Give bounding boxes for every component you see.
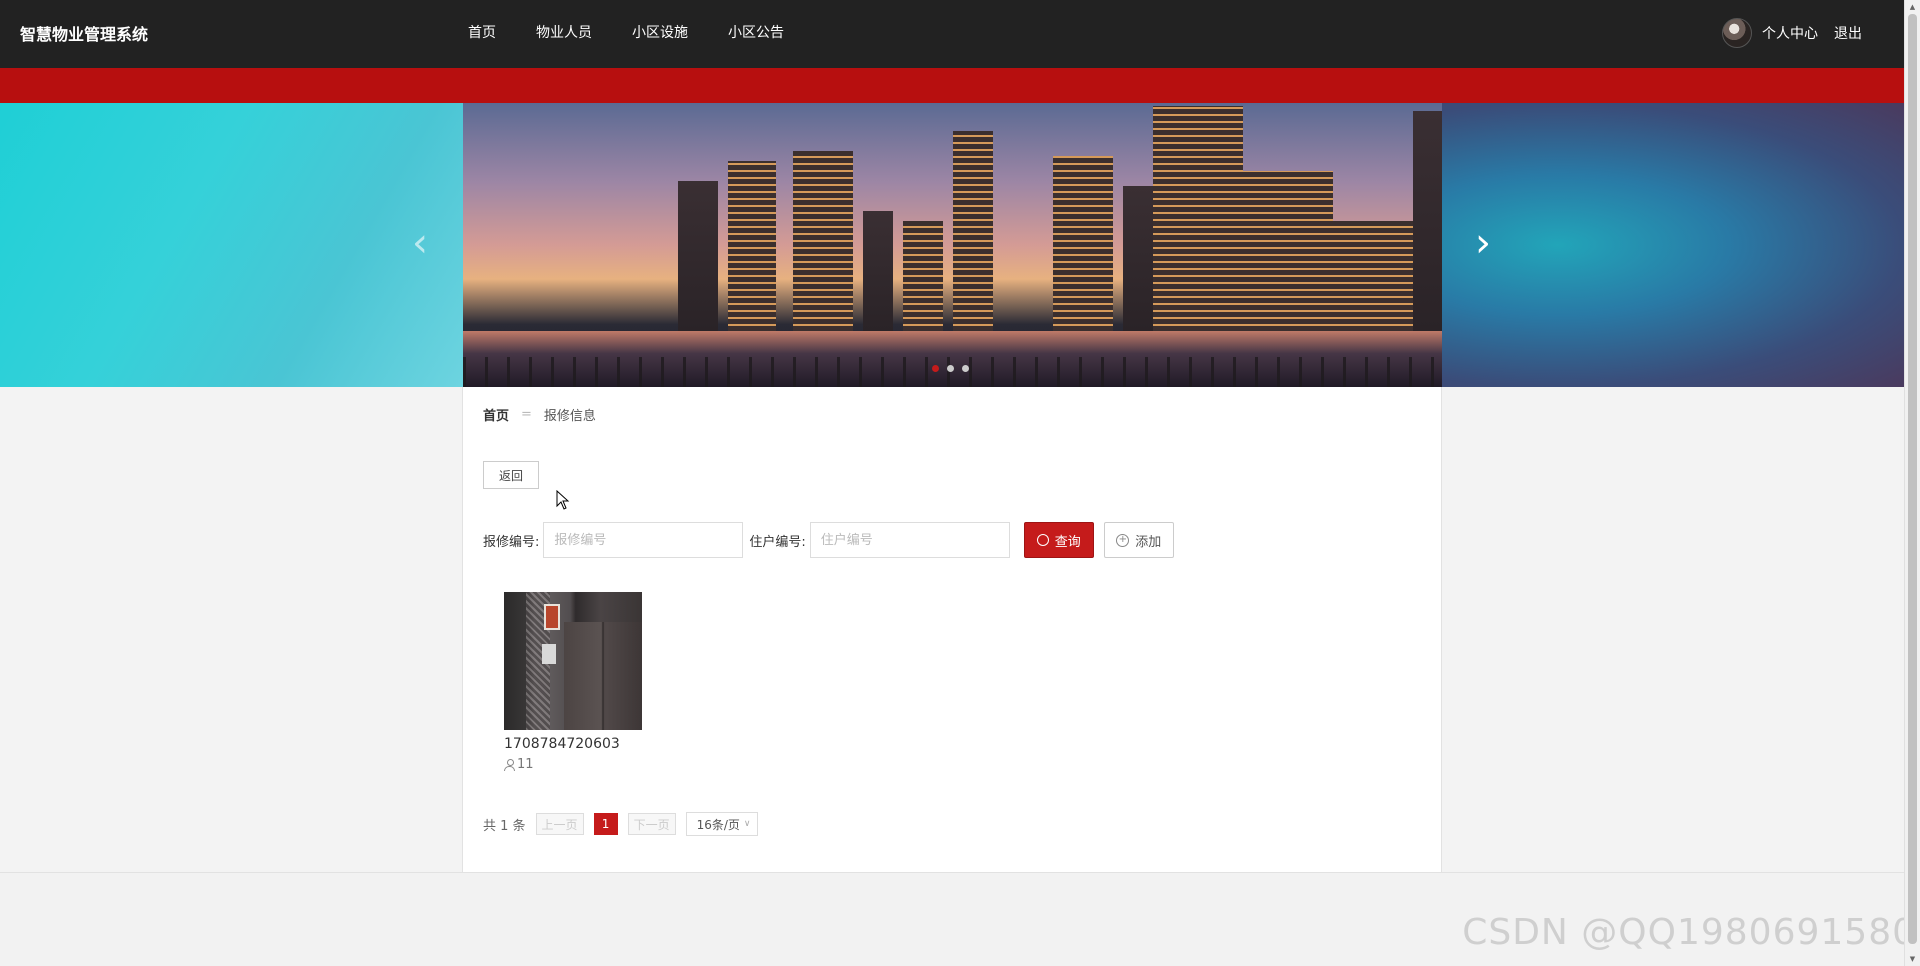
carousel-dot-1[interactable] bbox=[932, 365, 939, 372]
scroll-thumb[interactable] bbox=[1908, 14, 1917, 944]
query-button[interactable]: 查询 bbox=[1023, 522, 1094, 558]
carousel-next-arrow-icon[interactable]: › bbox=[1468, 223, 1498, 263]
repair-no-label: 报修编号: bbox=[483, 534, 540, 550]
nav-item-property-staff[interactable]: 物业人员 bbox=[536, 22, 592, 42]
repair-item-title[interactable]: 1708784720603 bbox=[504, 736, 644, 752]
breadcrumb-current: 报修信息 bbox=[543, 409, 596, 424]
repair-no-input[interactable] bbox=[543, 522, 744, 558]
nav-item-facilities[interactable]: 小区设施 bbox=[632, 22, 688, 42]
banner-carousel: ‹ › bbox=[0, 103, 1904, 387]
main-nav: 首页 物业人员 小区设施 小区公告 bbox=[468, 22, 824, 42]
carousel-indicators bbox=[932, 365, 969, 372]
add-circle-icon: + bbox=[1116, 533, 1130, 547]
vertical-scrollbar[interactable]: ▲ ▼ bbox=[1904, 0, 1920, 966]
banner-active-slide bbox=[463, 103, 1442, 387]
back-button[interactable]: 返回 bbox=[483, 461, 539, 489]
pagination-page-current[interactable]: 1 bbox=[593, 813, 618, 835]
logout-link[interactable]: 退出 bbox=[1834, 23, 1862, 43]
page-size-value: 16条/页 bbox=[696, 817, 740, 832]
scroll-down-arrow-icon[interactable]: ▼ bbox=[1908, 954, 1917, 964]
carousel-dot-3[interactable] bbox=[962, 365, 969, 372]
breadcrumb-home[interactable]: 首页 bbox=[483, 405, 509, 424]
avatar[interactable] bbox=[1722, 18, 1752, 48]
resident-no-label: 住户编号: bbox=[749, 534, 806, 550]
search-icon bbox=[1036, 534, 1049, 546]
site-brand[interactable]: 智慧物业管理系统 bbox=[20, 21, 148, 45]
scroll-up-arrow-icon[interactable]: ▲ bbox=[1908, 2, 1917, 12]
repair-item-image[interactable] bbox=[504, 592, 642, 730]
banner-prev-slide-preview bbox=[0, 103, 463, 387]
breadcrumb: 首页 = 报修信息 bbox=[483, 405, 596, 424]
carousel-dot-2[interactable] bbox=[947, 365, 954, 372]
query-button-label: 查询 bbox=[1054, 534, 1081, 550]
banner-next-slide-preview bbox=[1442, 103, 1904, 387]
accent-strip bbox=[0, 68, 1904, 103]
repair-item-user-value: 11 bbox=[517, 757, 534, 772]
carousel-prev-arrow-icon[interactable]: ‹ bbox=[405, 223, 435, 263]
top-navbar: 智慧物业管理系统 首页 物业人员 小区设施 小区公告 个人中心 退出 bbox=[0, 0, 1904, 68]
watermark: CSDN @QQ1980691580 bbox=[1462, 912, 1916, 953]
content-panel: 首页 = 报修信息 返回 报修编号: 住户编号: 查询 + 添加 1708784… bbox=[462, 387, 1442, 872]
breadcrumb-separator: = bbox=[521, 407, 532, 422]
search-form: 报修编号: 住户编号: 查询 + 添加 bbox=[483, 522, 1174, 558]
repair-item-card[interactable]: 1708784720603 11 bbox=[504, 592, 644, 772]
pagination-next-button[interactable]: 下一页 bbox=[627, 813, 676, 835]
nav-item-home[interactable]: 首页 bbox=[468, 22, 496, 42]
chevron-down-icon: ∨ bbox=[743, 819, 751, 829]
page-size-select[interactable]: 16条/页 ∨ bbox=[685, 812, 758, 836]
user-icon bbox=[504, 758, 515, 771]
user-area: 个人中心 退出 bbox=[1722, 18, 1862, 48]
pagination-total: 共 1 条 bbox=[483, 818, 526, 834]
add-button[interactable]: + 添加 bbox=[1103, 522, 1174, 558]
pagination-prev-button[interactable]: 上一页 bbox=[535, 813, 584, 835]
repair-item-user: 11 bbox=[504, 757, 644, 772]
add-button-label: 添加 bbox=[1135, 534, 1162, 550]
pagination: 共 1 条 上一页 1 下一页 16条/页 ∨ bbox=[483, 812, 758, 836]
resident-no-input[interactable] bbox=[809, 522, 1010, 558]
nav-item-announcements[interactable]: 小区公告 bbox=[728, 22, 784, 42]
user-center-link[interactable]: 个人中心 bbox=[1762, 23, 1818, 43]
